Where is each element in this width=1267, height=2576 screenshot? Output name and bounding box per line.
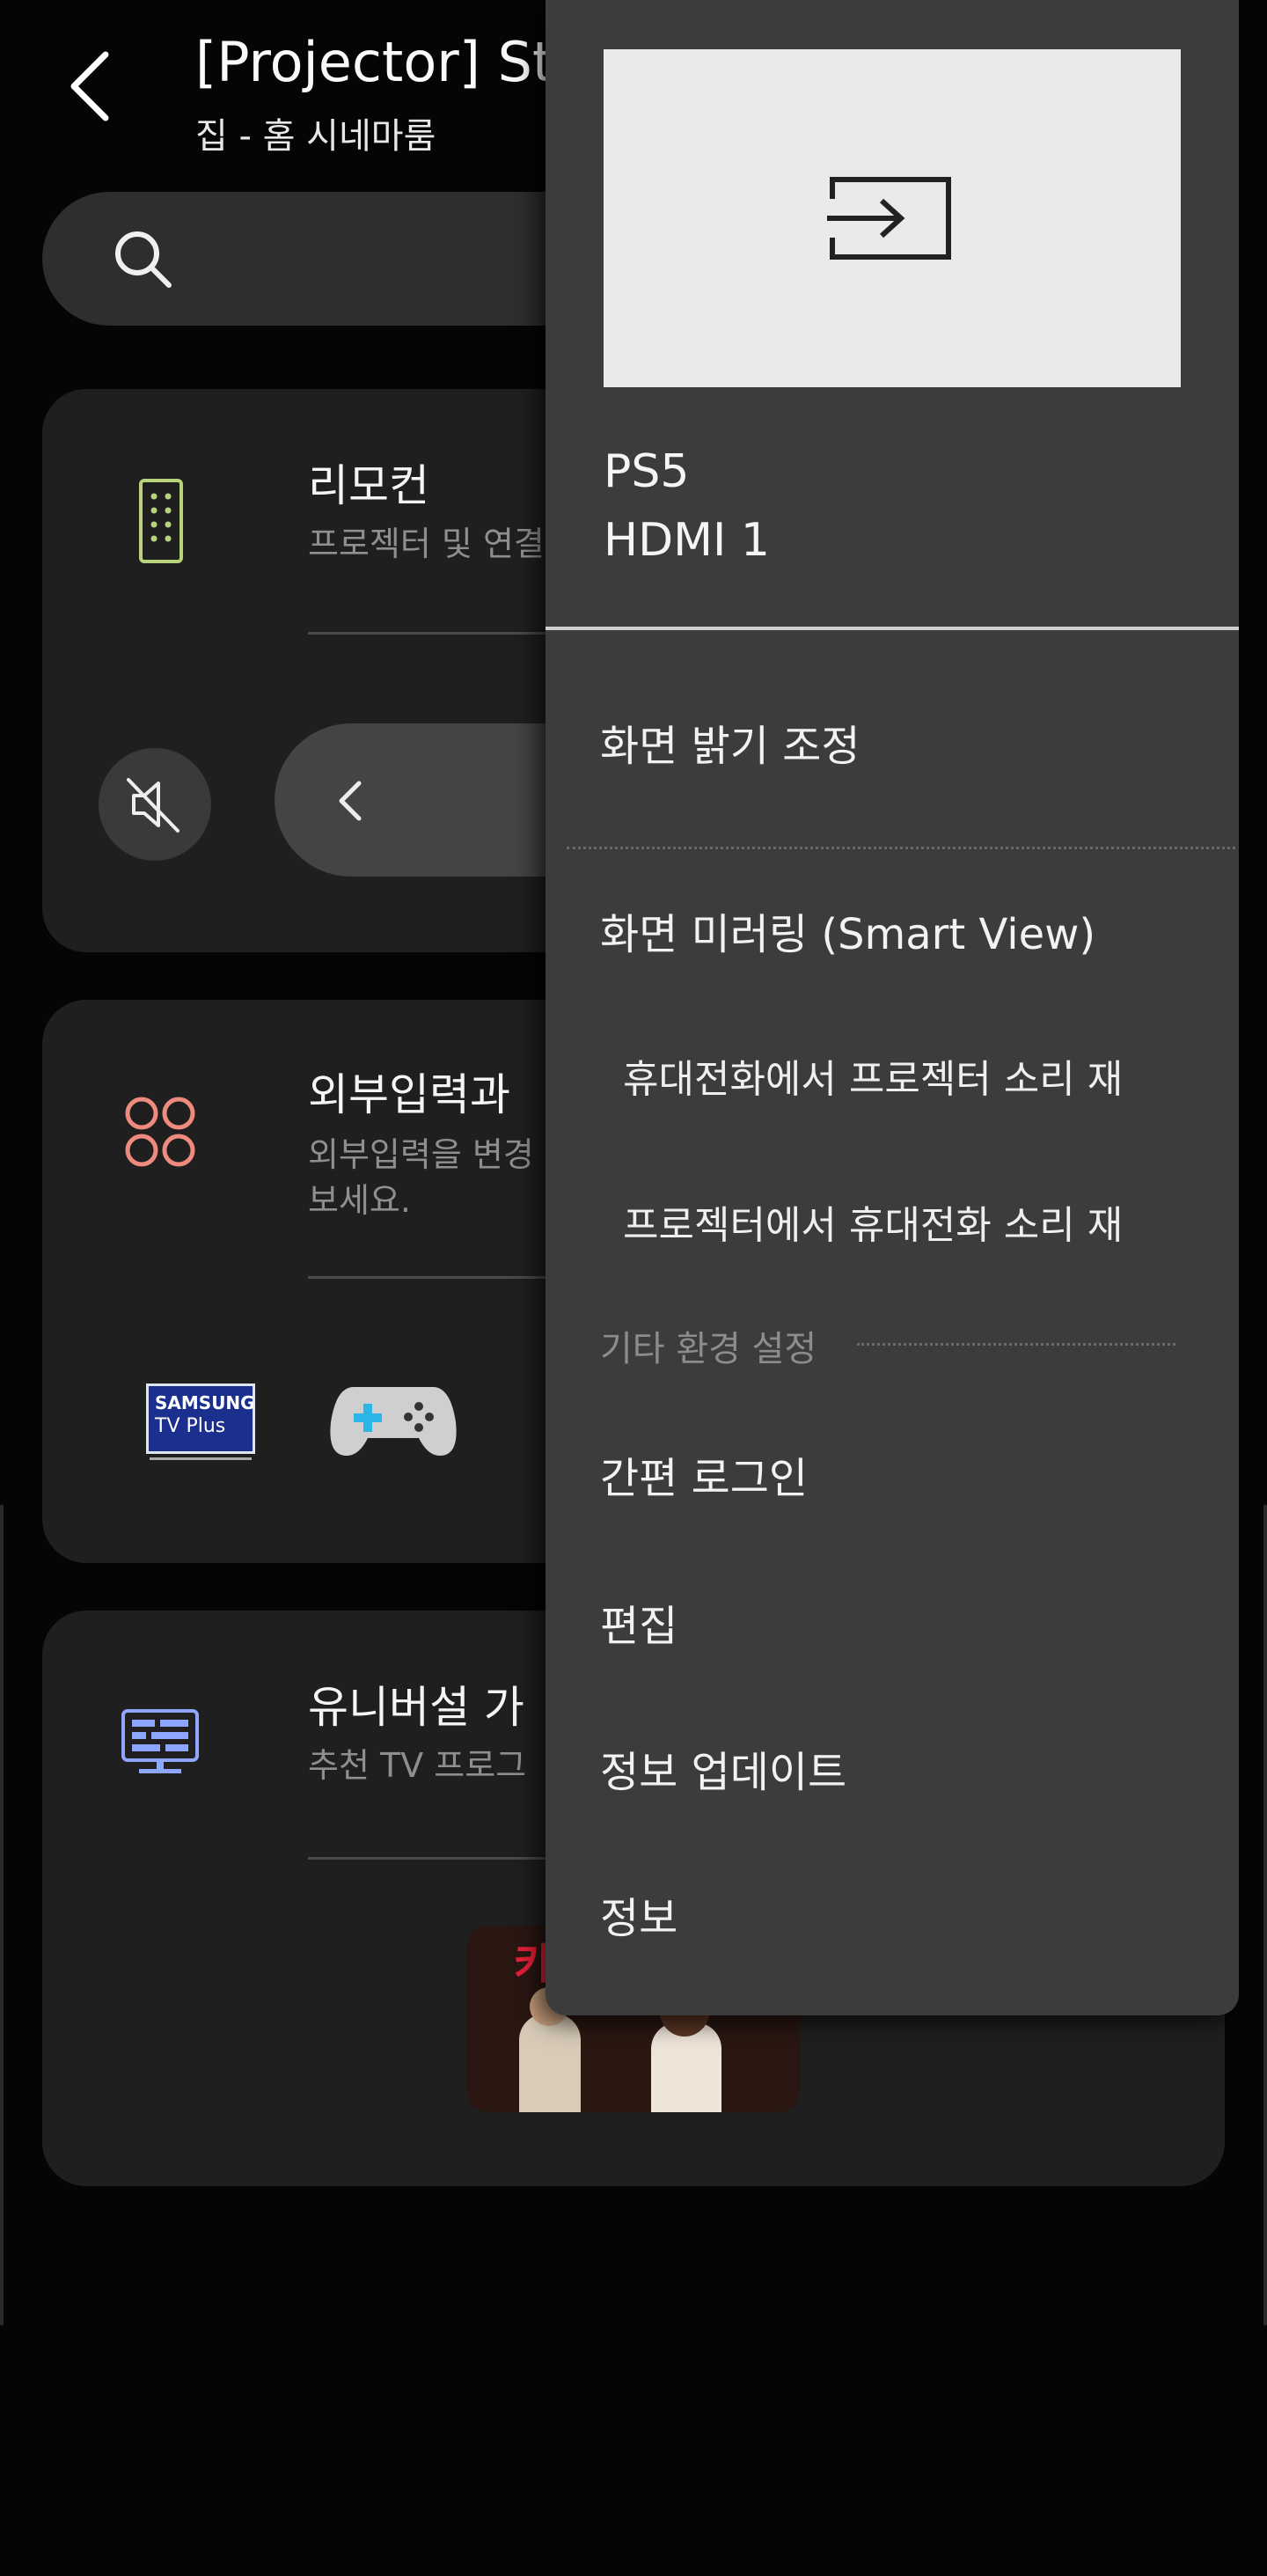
external-input-title: 외부입력과 [308, 1069, 510, 1120]
menu-item-brightness[interactable]: 화면 밝기 조정 [600, 711, 860, 773]
section-header-other-settings: 기타 환경 설정 [600, 1329, 817, 1369]
menu-item-edit[interactable]: 편집 [600, 1591, 677, 1653]
universal-guide-desc: 추천 TV 프로그 [308, 1746, 527, 1785]
back-arrow-icon [70, 51, 109, 121]
tv-plus-app-icon[interactable]: SAMSUNG TV Plus [143, 1380, 259, 1464]
input-source-icon [827, 174, 954, 262]
tv-plus-brand: SAMSUNG [155, 1392, 255, 1413]
menu-item-mirroring[interactable]: 화면 미러링 (Smart View) [600, 899, 1095, 961]
remote-icon [137, 477, 185, 569]
page-title: [Projector] St [195, 30, 554, 94]
gamepad-icon[interactable] [327, 1378, 459, 1466]
search-icon [111, 227, 176, 292]
section-dotted-line [857, 1343, 1175, 1346]
tv-guide-icon [120, 1707, 201, 1781]
mute-icon [127, 778, 179, 833]
mute-button[interactable] [99, 748, 211, 861]
external-input-desc-1: 외부입력을 변경 [308, 1135, 534, 1174]
device-input-source: HDMI 1 [604, 514, 770, 567]
menu-dotted-divider [567, 847, 1235, 849]
device-name: PS5 [604, 445, 690, 498]
popup-divider [546, 627, 1239, 630]
remote-title: 리모컨 [308, 460, 429, 511]
left-edge-line [0, 1505, 4, 2325]
tv-plus-name: TV Plus [155, 1415, 226, 1437]
menu-item-easy-login[interactable]: 간편 로그인 [600, 1443, 808, 1505]
thumbnail-figure-left [519, 2014, 581, 2112]
remote-description: 프로젝터 및 연결 [308, 525, 545, 563]
menu-item-info[interactable]: 정보 [600, 1883, 677, 1945]
universal-guide-title: 유니버설 가 [308, 1682, 524, 1733]
page-subtitle: 집 - 홈 시네마룸 [195, 116, 436, 157]
four-circles-icon [123, 1095, 197, 1172]
back-button[interactable] [53, 42, 127, 130]
right-edge-line [1263, 1505, 1267, 2325]
external-input-desc-2: 보세요. [308, 1181, 411, 1220]
menu-item-phone-to-projector-sound[interactable]: 휴대전화에서 프로젝터 소리 재 [623, 1047, 1186, 1104]
menu-item-projector-to-phone-sound[interactable]: 프로젝터에서 휴대전화 소리 재 [623, 1193, 1186, 1250]
menu-item-update-info[interactable]: 정보 업데이트 [600, 1737, 846, 1799]
chevron-left-icon [339, 781, 362, 821]
